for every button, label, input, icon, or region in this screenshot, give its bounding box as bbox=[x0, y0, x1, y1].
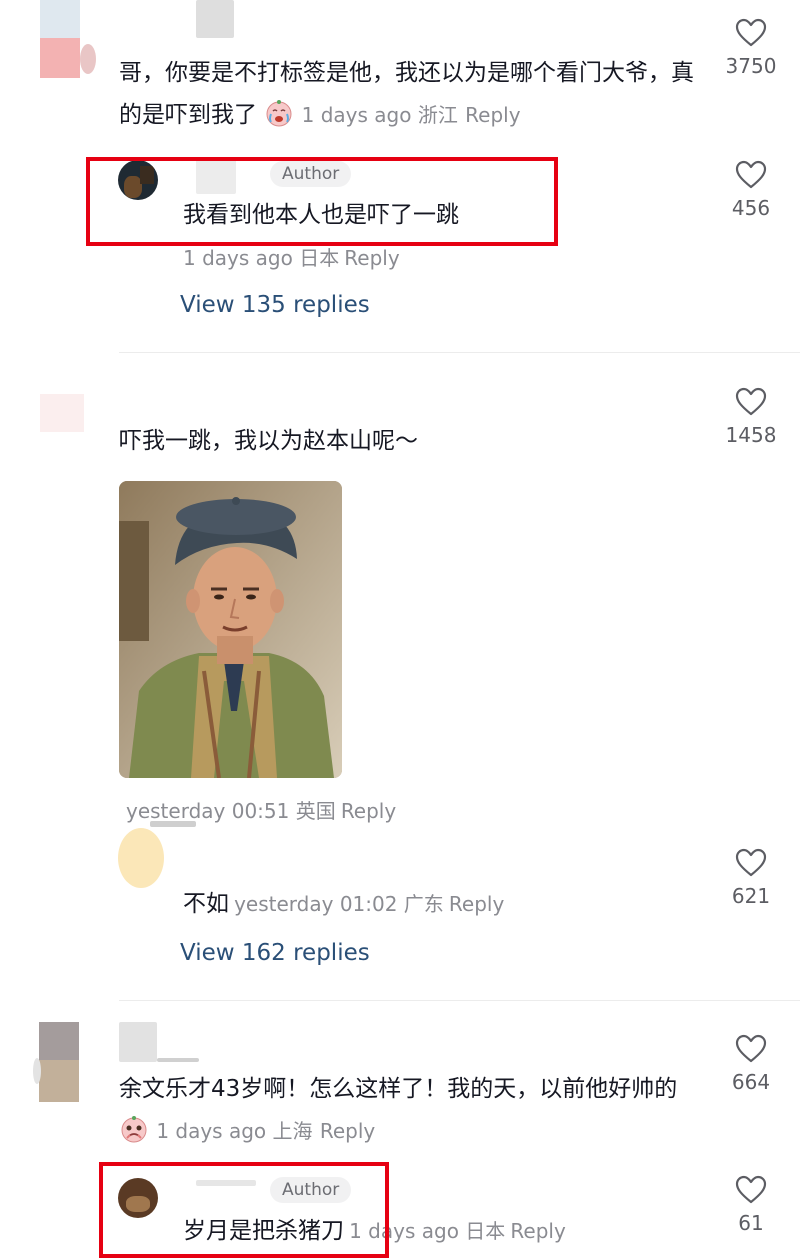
like-count: 621 bbox=[731, 884, 771, 908]
comment-image[interactable] bbox=[119, 481, 342, 778]
comment-text-row: 不如 yesterday 01:02 广东 Reply bbox=[183, 883, 504, 927]
reply-button[interactable]: Reply bbox=[320, 1119, 375, 1143]
pleading-face-emoji-icon bbox=[119, 1114, 149, 1144]
comment-meta-row: 1 days ago 日本 Reply bbox=[183, 244, 400, 274]
like-button[interactable]: 3750 bbox=[706, 18, 796, 78]
comment-text: 哥，你要是不打标签是他，我还以为是哪个看门大爷，真的是吓到我了 1 days a… bbox=[119, 52, 699, 136]
like-count: 456 bbox=[731, 196, 771, 220]
avatar[interactable] bbox=[33, 1022, 79, 1102]
heart-outline-icon bbox=[735, 387, 767, 416]
avatar[interactable] bbox=[40, 0, 96, 80]
like-button[interactable]: 621 bbox=[706, 848, 796, 908]
username-blurred bbox=[150, 821, 196, 827]
like-button[interactable]: 1458 bbox=[706, 387, 796, 447]
crying-face-emoji-icon bbox=[264, 98, 294, 128]
heart-outline-icon bbox=[735, 1034, 767, 1063]
username-blurred bbox=[196, 0, 234, 38]
comment-meta: 1 days ago 上海 bbox=[156, 1119, 313, 1143]
comment-meta: yesterday 00:51 英国 bbox=[126, 799, 336, 823]
like-button[interactable]: 61 bbox=[706, 1175, 796, 1235]
divider bbox=[119, 1000, 800, 1001]
avatar[interactable] bbox=[40, 394, 84, 432]
like-count: 3750 bbox=[725, 54, 777, 78]
username-blurred bbox=[157, 1058, 199, 1062]
like-count: 664 bbox=[731, 1070, 771, 1094]
like-button[interactable]: 664 bbox=[706, 1034, 796, 1094]
username-blurred bbox=[119, 1022, 157, 1062]
view-replies-link[interactable]: View 135 replies bbox=[180, 292, 370, 318]
reply-button[interactable]: Reply bbox=[341, 799, 396, 823]
reply-button[interactable]: Reply bbox=[510, 1219, 565, 1243]
avatar[interactable] bbox=[118, 828, 164, 888]
comment-body: 吓我一跳，我以为赵本山呢～ bbox=[119, 428, 418, 454]
comment-meta: 1 days ago 日本 bbox=[183, 246, 340, 270]
comment-meta: 1 days ago 浙江 bbox=[301, 103, 458, 127]
highlight-box bbox=[86, 157, 558, 246]
heart-outline-icon bbox=[735, 18, 767, 47]
divider bbox=[119, 352, 800, 353]
like-count: 1458 bbox=[725, 423, 777, 447]
like-count: 61 bbox=[738, 1211, 764, 1235]
photo-of-older-man-in-beret bbox=[119, 481, 342, 778]
comment-meta: yesterday 01:02 广东 bbox=[234, 892, 444, 916]
comment-body: 不如 bbox=[183, 891, 229, 917]
highlight-box bbox=[99, 1162, 389, 1258]
heart-outline-icon bbox=[735, 1175, 767, 1204]
reply-button[interactable]: Reply bbox=[449, 892, 504, 916]
heart-outline-icon bbox=[735, 160, 767, 189]
like-button[interactable]: 456 bbox=[706, 160, 796, 220]
reply-button[interactable]: Reply bbox=[465, 103, 520, 127]
comment-text: 余文乐才43岁啊！怎么这样了！我的天，以前他好帅的 1 days ago 上海 … bbox=[119, 1068, 699, 1152]
comment-body: 余文乐才43岁啊！怎么这样了！我的天，以前他好帅的 bbox=[119, 1076, 678, 1102]
reply-button[interactable]: Reply bbox=[344, 246, 399, 270]
heart-outline-icon bbox=[735, 848, 767, 877]
view-replies-link[interactable]: View 162 replies bbox=[180, 940, 370, 966]
